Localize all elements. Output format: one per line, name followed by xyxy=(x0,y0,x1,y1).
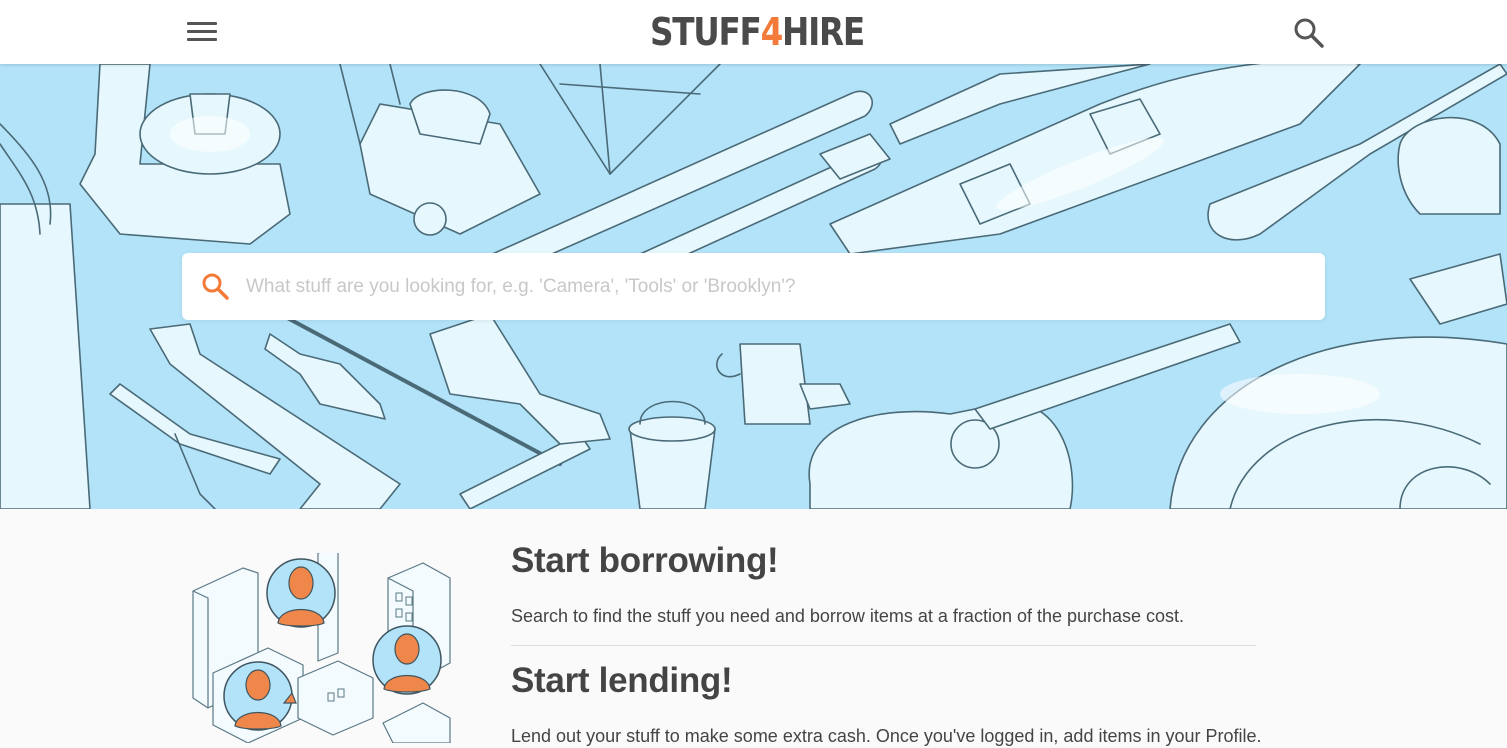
search-icon[interactable] xyxy=(1290,14,1326,50)
search-bar xyxy=(182,253,1325,320)
borrowing-text: Search to find the stuff you need and bo… xyxy=(511,606,1185,626)
lending-text: Lend out your stuff to make some extra c… xyxy=(511,726,1262,746)
lending-heading: Start lending! xyxy=(511,661,733,700)
search-icon xyxy=(202,273,229,300)
intro-section: Start borrowing! Search to find the stuf… xyxy=(0,509,1507,748)
top-app-bar: STUFF4HIRE xyxy=(0,0,1507,64)
section-divider xyxy=(511,645,1256,646)
search-input[interactable] xyxy=(246,253,1306,320)
logo-text-post: HIRE xyxy=(782,10,865,54)
logo-text-pre: STUFF xyxy=(650,10,762,54)
borrowing-heading: Start borrowing! xyxy=(511,541,779,580)
site-logo[interactable]: STUFF4HIRE xyxy=(650,8,865,56)
hero-banner xyxy=(0,64,1507,509)
hamburger-menu-icon[interactable] xyxy=(182,16,222,48)
community-illustration xyxy=(192,553,451,743)
logo-text-accent: 4 xyxy=(760,10,784,54)
